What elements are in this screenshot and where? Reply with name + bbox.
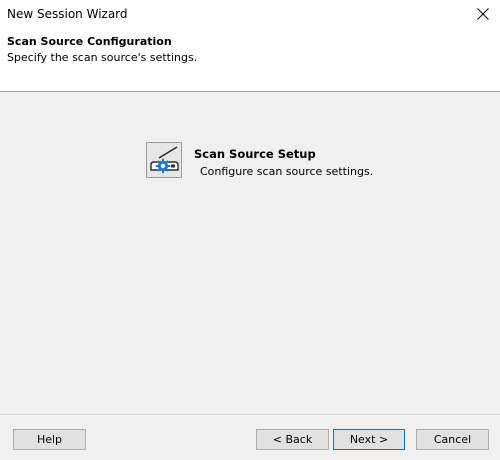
next-button[interactable]: Next > <box>333 429 405 450</box>
help-button[interactable]: Help <box>13 429 86 450</box>
setup-title: Scan Source Setup <box>194 147 316 161</box>
page-subtitle: Specify the scan source's settings. <box>7 51 198 64</box>
footer-divider <box>0 414 500 415</box>
page-title: Scan Source Configuration <box>7 35 172 48</box>
close-button[interactable] <box>466 0 500 30</box>
close-icon <box>477 8 489 20</box>
setup-description: Configure scan source settings. <box>200 165 374 178</box>
back-button[interactable]: < Back <box>256 429 329 450</box>
cancel-button[interactable]: Cancel <box>416 429 489 450</box>
wizard-header: Scan Source Configuration Specify the sc… <box>0 30 500 91</box>
wizard-window: New Session Wizard Scan Source Configura… <box>0 0 500 460</box>
scan-source-gear-icon <box>146 142 182 178</box>
window-title: New Session Wizard <box>7 7 128 21</box>
title-bar[interactable]: New Session Wizard <box>0 0 500 30</box>
wizard-content <box>0 92 500 414</box>
